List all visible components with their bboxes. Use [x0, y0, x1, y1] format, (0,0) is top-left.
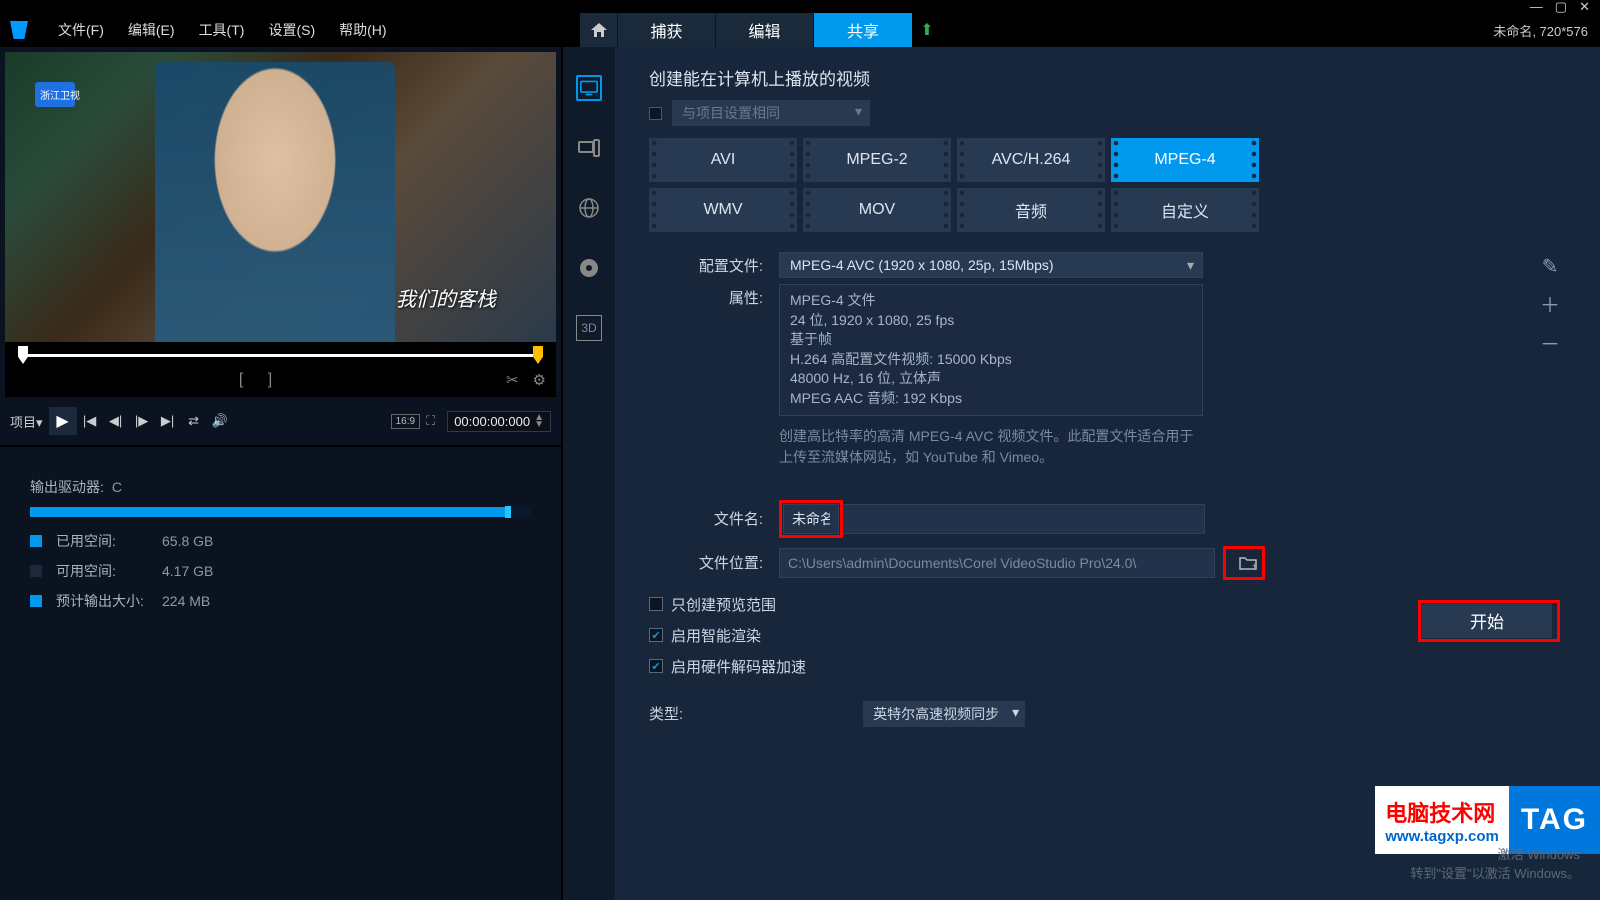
- same-as-project-checkbox[interactable]: [649, 107, 662, 120]
- only-preview-checkbox[interactable]: 只创建预览范围: [649, 594, 1025, 615]
- est-value: 224 MB: [162, 593, 210, 609]
- right-panel: 3D 创建能在计算机上播放的视频 与项目设置相同 AVI MPEG-2 AVC/…: [563, 47, 1600, 900]
- filename-label: 文件名:: [649, 508, 779, 529]
- minimize-button[interactable]: —: [1530, 0, 1543, 14]
- 3d-icon[interactable]: 3D: [576, 315, 602, 341]
- format-wmv[interactable]: WMV: [649, 188, 797, 232]
- computer-icon[interactable]: [576, 75, 602, 101]
- main-tabs: 捕获 编辑 共享 ⬆: [580, 13, 942, 47]
- profile-label: 配置文件:: [649, 252, 779, 278]
- format-avc[interactable]: AVC/H.264: [957, 138, 1105, 182]
- hw-decode-checkbox[interactable]: 启用硬件解码器加速: [649, 656, 1025, 677]
- scissors-icon[interactable]: ✂: [506, 371, 519, 389]
- filename-input[interactable]: [783, 504, 839, 534]
- tab-capture[interactable]: 捕获: [618, 13, 716, 47]
- upload-icon[interactable]: ⬆: [912, 13, 942, 47]
- format-mpeg4[interactable]: MPEG-4: [1111, 138, 1259, 182]
- preview-area: 我们的客栈 [ ] ✂ ⚙: [5, 52, 556, 397]
- menu-edit[interactable]: 编辑(E): [116, 20, 187, 40]
- next-frame-button[interactable]: |▶: [129, 408, 155, 434]
- project-label: 项目▾: [10, 412, 43, 431]
- start-button[interactable]: 开始: [1422, 604, 1552, 638]
- est-color-icon: [30, 595, 42, 607]
- watermark-line2: www.tagxp.com: [1385, 828, 1499, 845]
- profile-select[interactable]: MPEG-4 AVC (1920 x 1080, 25p, 15Mbps): [779, 252, 1203, 278]
- tab-edit[interactable]: 编辑: [716, 13, 814, 47]
- preview-overlay-text: 我们的客栈: [396, 283, 496, 312]
- format-audio[interactable]: 音频: [957, 188, 1105, 232]
- aspect-ratio-badge[interactable]: 16:9: [391, 414, 420, 429]
- location-input[interactable]: [779, 548, 1215, 578]
- used-value: 65.8 GB: [162, 533, 213, 549]
- share-sidebar: 3D: [563, 47, 615, 900]
- title-bar: — ▢ ✕: [0, 0, 1600, 13]
- device-icon[interactable]: [576, 135, 602, 161]
- properties-label: 属性:: [649, 284, 779, 468]
- menu-file[interactable]: 文件(F): [46, 20, 116, 40]
- watermark-line1: 电脑技术网: [1385, 796, 1499, 828]
- timecode-display[interactable]: 00:00:00:000▲▼: [447, 411, 551, 432]
- used-color-icon: [30, 535, 42, 547]
- free-value: 4.17 GB: [162, 563, 213, 579]
- filename-input-rest[interactable]: [843, 504, 1205, 534]
- mark-in-icon[interactable]: [18, 346, 28, 364]
- tab-home[interactable]: [580, 13, 618, 47]
- format-grid: AVI MPEG-2 AVC/H.264 MPEG-4 WMV MOV 音频 自…: [649, 138, 1560, 232]
- player-controls: 项目▾ ▶ |◀ ◀| |▶ ▶| ⇄ 🔊 16:9 ⛶ 00:00:00:00…: [0, 402, 561, 445]
- share-heading: 创建能在计算机上播放的视频: [649, 65, 1560, 90]
- menu-tools[interactable]: 工具(T): [187, 20, 257, 40]
- type-select[interactable]: 英特尔高速视频同步: [863, 701, 1025, 727]
- go-start-button[interactable]: |◀: [77, 408, 103, 434]
- format-avi[interactable]: AVI: [649, 138, 797, 182]
- format-custom[interactable]: 自定义: [1111, 188, 1259, 232]
- add-profile-icon[interactable]: ＋: [1540, 289, 1560, 318]
- same-as-project-dropdown: 与项目设置相同: [672, 100, 870, 126]
- browse-folder-icon[interactable]: +: [1235, 550, 1261, 576]
- location-label: 文件位置:: [649, 552, 779, 573]
- app-logo-icon: [10, 21, 28, 39]
- home-icon: [591, 23, 607, 37]
- type-label: 类型:: [649, 703, 683, 724]
- svg-text:+: +: [1252, 561, 1257, 570]
- est-label: 预计输出大小:: [56, 591, 162, 611]
- left-panel: 我们的客栈 [ ] ✂ ⚙ 项目▾ ▶: [0, 47, 563, 900]
- edit-profile-icon[interactable]: ✎: [1540, 254, 1560, 279]
- expand-icon[interactable]: ⛶: [426, 413, 435, 429]
- play-button[interactable]: ▶: [49, 407, 77, 435]
- share-main: 创建能在计算机上播放的视频 与项目设置相同 AVI MPEG-2 AVC/H.2…: [615, 47, 1600, 900]
- menu-help[interactable]: 帮助(H): [327, 20, 398, 40]
- profile-description: 创建高比特率的高清 MPEG-4 AVC 视频文件。此配置文件适合用于上传至流媒…: [779, 426, 1203, 468]
- tab-share[interactable]: 共享: [814, 13, 912, 47]
- volume-button[interactable]: 🔊: [207, 408, 233, 434]
- free-label: 可用空间:: [56, 561, 162, 581]
- menu-settings[interactable]: 设置(S): [256, 20, 327, 40]
- disc-icon[interactable]: [576, 255, 602, 281]
- timeline-bar[interactable]: [15, 347, 546, 363]
- go-end-button[interactable]: ▶|: [155, 408, 181, 434]
- properties-box: MPEG-4 文件 24 位, 1920 x 1080, 25 fps 基于帧 …: [779, 284, 1203, 416]
- storage-bar: [30, 507, 531, 517]
- settings-small-icon[interactable]: ⚙: [533, 371, 546, 389]
- format-mpeg2[interactable]: MPEG-2: [803, 138, 951, 182]
- remove-profile-icon[interactable]: －: [1540, 328, 1560, 357]
- output-drive-value: C: [112, 479, 122, 495]
- storage-panel: 输出驱动器: C 已用空间: 65.8 GB 可用空间: 4.17 GB 预计输…: [0, 445, 561, 641]
- repeat-button[interactable]: ⇄: [181, 408, 207, 434]
- bracket-markers[interactable]: [ ]: [239, 371, 282, 389]
- web-icon[interactable]: [576, 195, 602, 221]
- free-color-icon: [30, 565, 42, 577]
- menu-bar: 文件(F) 编辑(E) 工具(T) 设置(S) 帮助(H) 捕获 编辑 共享 ⬆…: [0, 13, 1600, 47]
- smart-render-checkbox[interactable]: 启用智能渲染: [649, 625, 1025, 646]
- preview-image: 我们的客栈: [5, 52, 556, 342]
- used-label: 已用空间:: [56, 531, 162, 551]
- format-mov[interactable]: MOV: [803, 188, 951, 232]
- activation-text: 激活 Windows 转到"设置"以激活 Windows。: [1410, 844, 1580, 882]
- prev-frame-button[interactable]: ◀|: [103, 408, 129, 434]
- title-status: 未命名, 720*576: [1493, 21, 1588, 40]
- mark-out-icon[interactable]: [533, 346, 543, 364]
- output-drive-label: 输出驱动器:: [30, 477, 104, 497]
